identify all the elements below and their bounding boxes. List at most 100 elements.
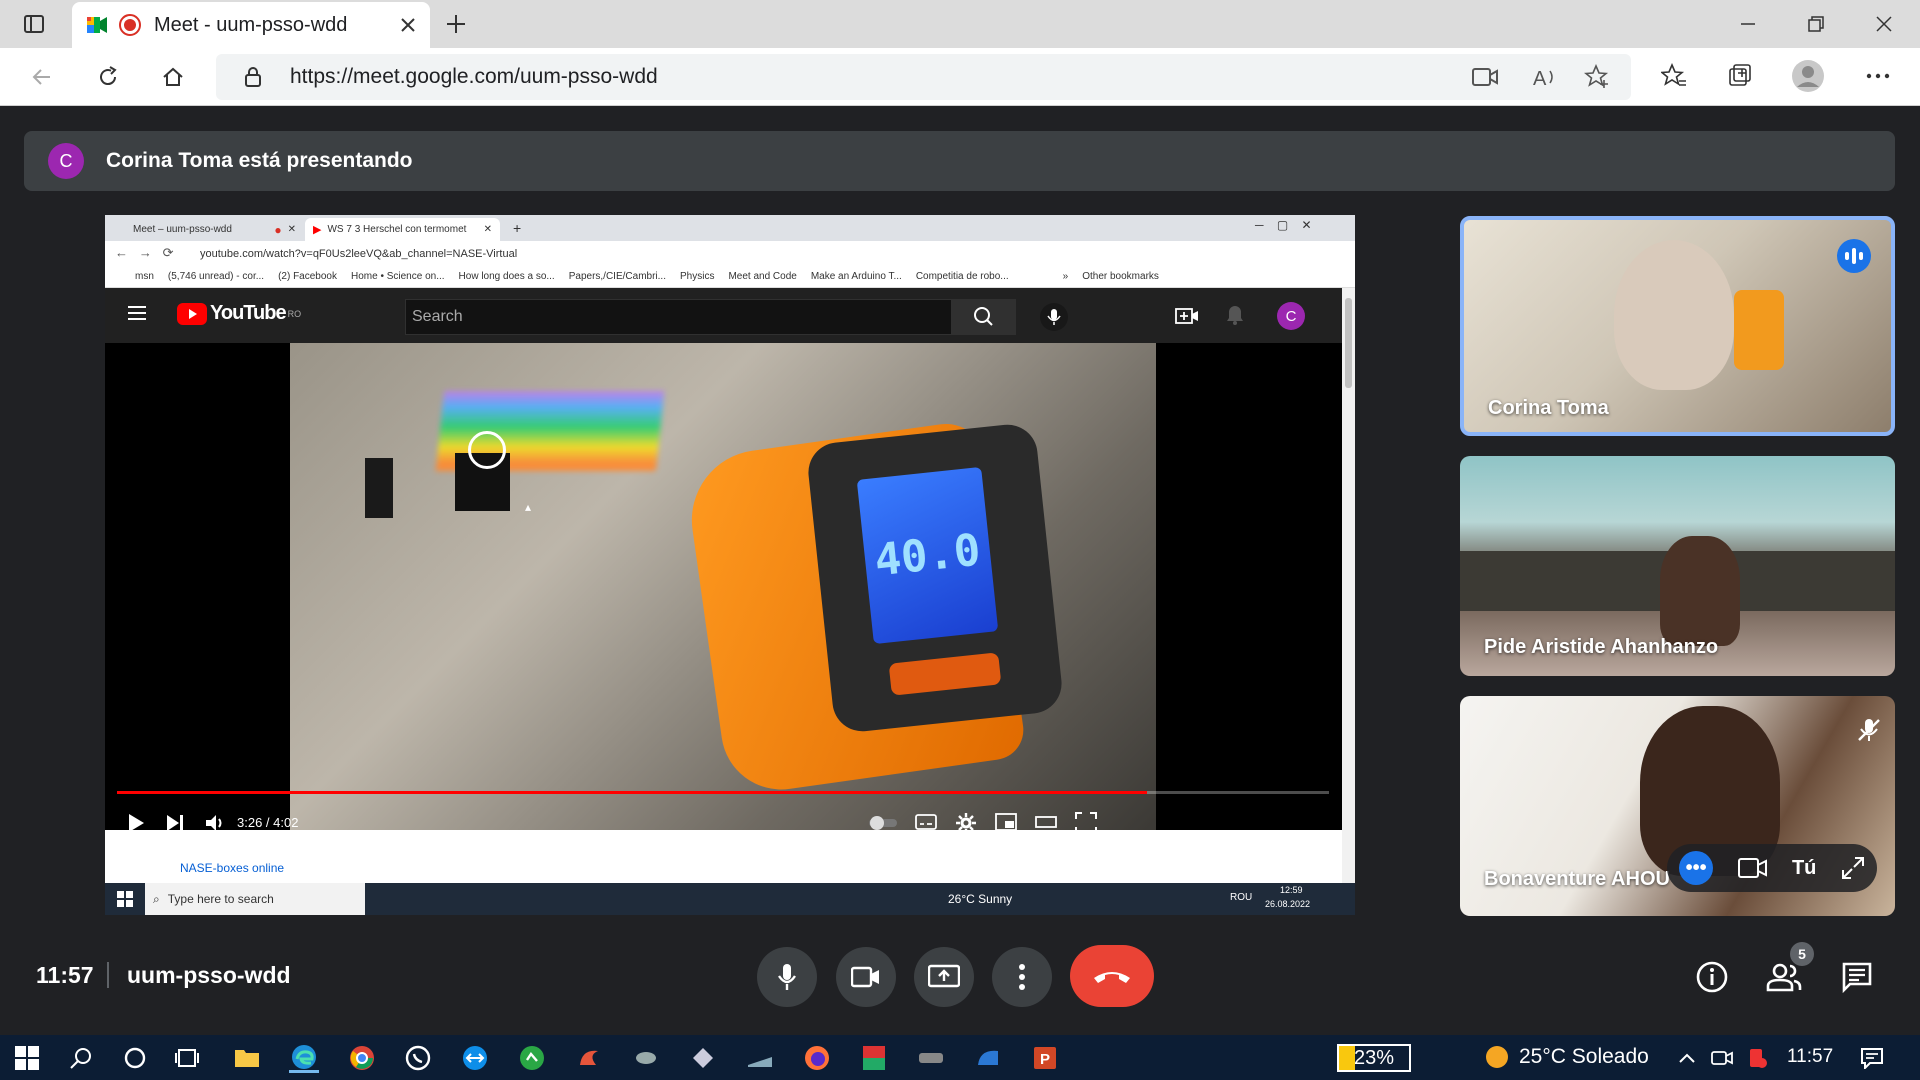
- add-favorite-icon[interactable]: [1584, 64, 1610, 90]
- video-progress-bar: [117, 791, 1329, 794]
- shared-url-text: youtube.com/watch?v=qF0Us2leeVQ&ab_chann…: [200, 247, 518, 260]
- home-icon[interactable]: [153, 57, 193, 97]
- more-menu-icon[interactable]: [1858, 56, 1898, 96]
- tab-title: Meet - uum-psso-wdd: [154, 13, 348, 36]
- bookmark-item: Papers,/CIE/Cambri...: [568, 271, 666, 282]
- leave-call-button[interactable]: [1070, 945, 1154, 1007]
- windows-start-icon[interactable]: [12, 1043, 42, 1073]
- miniplayer-icon: [995, 813, 1017, 831]
- presenter-text: Corina Toma está presentando: [106, 149, 413, 172]
- app-blue-icon[interactable]: [973, 1043, 1003, 1073]
- bookmark-item: Physics: [679, 271, 715, 282]
- reload-icon[interactable]: [88, 57, 128, 97]
- self-tile-toolbar: ••• Tú: [1667, 844, 1877, 892]
- participant-name: Pide Aristide Ahanhanzo: [1484, 636, 1719, 658]
- window-controls: ─ ▢ ✕: [1255, 218, 1312, 232]
- action-center-icon[interactable]: [1857, 1043, 1887, 1073]
- bookmark-item: (2) Facebook: [278, 271, 337, 282]
- tab-actions-icon[interactable]: [14, 4, 54, 44]
- chat-icon[interactable]: [1835, 955, 1879, 999]
- app-scanner-icon[interactable]: [745, 1043, 775, 1073]
- show-hidden-icons-icon[interactable]: [1672, 1043, 1702, 1073]
- shared-time: 12:59: [1280, 885, 1303, 895]
- firefox-icon[interactable]: [802, 1043, 832, 1073]
- expand-icon[interactable]: [1841, 856, 1865, 880]
- channel-link: NASE-boxes online: [105, 845, 1342, 883]
- new-tab-icon[interactable]: [436, 4, 476, 44]
- youtube-search-input: Search: [405, 299, 952, 335]
- bookmark-item: Home • Science on...: [351, 271, 445, 282]
- thermometer-in-hand: [1734, 290, 1784, 370]
- participant-tile[interactable]: Pide Aristide Ahanhanzo: [1460, 456, 1895, 676]
- profile-icon[interactable]: [1788, 56, 1828, 96]
- search-icon: ⌕: [153, 891, 160, 906]
- camera-button[interactable]: [836, 947, 896, 1007]
- shared-tab-strip: Meet – uum-psso-wdd ● ✕ ▶ WS 7 3 Hersche…: [105, 215, 1355, 241]
- youtube-logo: YouTube RO: [177, 302, 301, 325]
- close-window-icon[interactable]: [1864, 4, 1904, 44]
- shared-tab-meet: Meet – uum-psso-wdd ● ✕: [133, 222, 296, 237]
- file-explorer-icon[interactable]: [232, 1043, 262, 1073]
- task-view-icon[interactable]: [173, 1043, 203, 1073]
- lock-icon[interactable]: [244, 66, 262, 88]
- teamviewer-icon[interactable]: [460, 1043, 490, 1073]
- bookmark-item: How long does a so...: [458, 271, 555, 282]
- bookmark-item: Competitia de robo...: [915, 271, 1009, 282]
- participant-name: Corina Toma: [1488, 397, 1609, 419]
- collections-icon[interactable]: [1720, 56, 1760, 96]
- pdf-to-jpg-icon[interactable]: [859, 1043, 889, 1073]
- close-tab-icon: ✕: [287, 224, 296, 235]
- favorites-icon[interactable]: [1654, 56, 1694, 96]
- chrome-icon[interactable]: [347, 1043, 377, 1073]
- sun-icon: [1485, 1045, 1509, 1069]
- tab-meet[interactable]: Meet - uum-psso-wdd: [72, 2, 430, 48]
- battery-indicator[interactable]: 23%: [1337, 1044, 1411, 1072]
- whatsapp-icon[interactable]: [403, 1043, 433, 1073]
- participant-tile[interactable]: Bonaventure AHOU ••• Tú: [1460, 696, 1895, 916]
- cortana-icon[interactable]: [120, 1043, 150, 1073]
- app-dark-icon[interactable]: [688, 1043, 718, 1073]
- notification-app-icon[interactable]: [1742, 1043, 1772, 1073]
- meet-now-icon[interactable]: [1707, 1043, 1737, 1073]
- search-icon[interactable]: [66, 1043, 96, 1073]
- autoplay-toggle-icon: [867, 815, 899, 831]
- restore-icon[interactable]: [1796, 4, 1836, 44]
- youtube-search-button: [952, 299, 1016, 335]
- weather-text: 25°C Soleado: [1519, 1045, 1649, 1068]
- url-field[interactable]: https://meet.google.com/uum-psso-wdd A: [216, 54, 1631, 100]
- weather-widget[interactable]: 25°C Soleado: [1485, 1045, 1649, 1069]
- windows-taskbar: P 23% 25°C Soleado 11:57: [0, 1035, 1920, 1080]
- youtube-video-player: 40.0 ▴: [105, 343, 1342, 830]
- more-options-button[interactable]: [992, 947, 1052, 1007]
- shared-lang: ROU: [1230, 892, 1253, 903]
- app-green-icon[interactable]: [517, 1043, 547, 1073]
- shared-url-bar: ← → ⟳ youtube.com/watch?v=qF0Us2leeVQ&ab…: [105, 241, 1355, 266]
- settings-gear-icon: [955, 812, 977, 834]
- back-icon[interactable]: [22, 57, 62, 97]
- app-gray-icon[interactable]: [631, 1043, 661, 1073]
- participant-tile[interactable]: Corina Toma: [1460, 216, 1895, 436]
- app-red-icon[interactable]: [574, 1043, 604, 1073]
- present-screen-button[interactable]: [914, 947, 974, 1007]
- close-tab-icon[interactable]: [400, 17, 416, 33]
- edge-icon[interactable]: [289, 1043, 319, 1073]
- meet-control-bar: 11:57 uum-psso-wdd 5: [0, 940, 1920, 1035]
- shared-search-box: ⌕ Type here to search: [145, 883, 365, 915]
- participant-count-badge: 5: [1790, 942, 1814, 966]
- more-options-icon[interactable]: •••: [1679, 851, 1714, 885]
- taskbar-clock[interactable]: 11:57: [1787, 1046, 1833, 1068]
- participant-name: Bonaventure AHOU: [1484, 868, 1670, 890]
- video-frame: 40.0: [290, 343, 1156, 830]
- subtitles-icon: [915, 813, 937, 831]
- camera-permission-icon[interactable]: [1471, 65, 1499, 89]
- camera-icon[interactable]: [1737, 857, 1768, 879]
- meet-favicon-icon: [86, 15, 108, 35]
- powerpoint-icon[interactable]: P: [1030, 1043, 1060, 1073]
- app-device-icon[interactable]: [916, 1043, 946, 1073]
- theater-mode-icon: [1035, 813, 1057, 831]
- minimize-icon[interactable]: [1728, 4, 1768, 44]
- microphone-button[interactable]: [757, 947, 817, 1007]
- read-aloud-icon[interactable]: A: [1531, 65, 1557, 89]
- svg-text:A: A: [1533, 68, 1547, 89]
- meeting-details-icon[interactable]: [1690, 955, 1734, 999]
